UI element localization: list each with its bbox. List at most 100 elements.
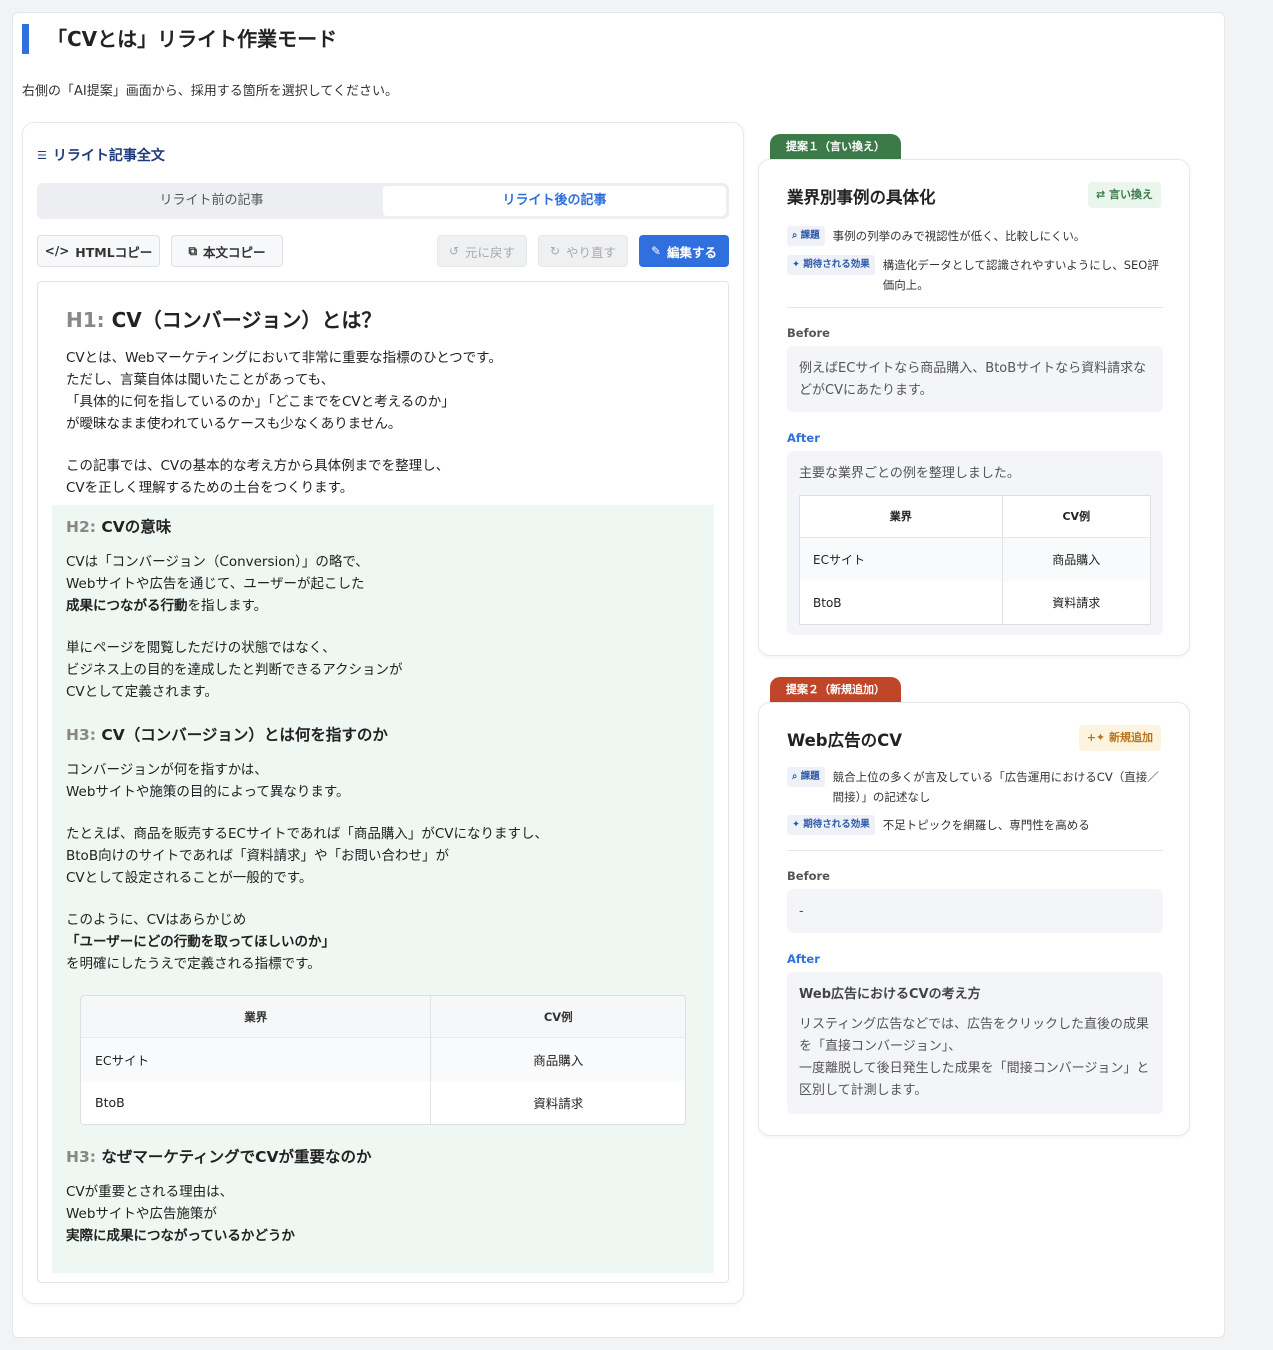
before-label: Before <box>787 869 830 883</box>
magic-icon: ✦ <box>792 259 800 270</box>
text-copy-button[interactable]: ⧉ 本文コピー <box>171 235 283 267</box>
article-h1: H1: CV（コンバージョン）とは？ <box>52 304 714 333</box>
type-label: 言い換え <box>1109 188 1153 201</box>
proposal-1-badge: 提案１（言い換え） <box>770 134 901 160</box>
effect-row: ✦ 期待される効果 不足トピックを網羅し、専門性を高める <box>787 815 1163 835</box>
meaning-paragraph-2: 単にページを閲覧しただけの状態ではなく、 ビジネス上の目的を達成したと判断できる… <box>52 637 714 703</box>
redo-icon: ↻ <box>549 244 561 258</box>
text-line: CVとして設定されることが一般的です。 <box>66 870 313 886</box>
text-line: 成果につながる行動を指します。 <box>66 595 714 617</box>
edit-icon: ✎ <box>650 244 662 258</box>
table-header-row: 業界 CV例 <box>81 996 685 1038</box>
table-row: ECサイト 商品購入 <box>800 538 1150 581</box>
heading-tag: H3: <box>66 726 96 744</box>
h2-text: CVの意味 <box>101 518 172 536</box>
issue-label: ⌕ 課題 <box>787 767 825 787</box>
list-icon: ☰ <box>37 148 47 162</box>
proposal-2-card[interactable]: Web広告のCV +✦ 新規追加 ⌕ 課題 競合上位の多くが言及している「広告運… <box>758 702 1190 1136</box>
magic-icon: ✦ <box>792 819 800 830</box>
panel-heading: ☰ リライト記事全文 <box>37 145 165 165</box>
tab-before-article[interactable]: リライト前の記事 <box>40 186 383 216</box>
table-cell: 商品購入 <box>431 1038 685 1081</box>
text-copy-label: 本文コピー <box>203 244 266 260</box>
undo-icon: ↺ <box>448 244 460 258</box>
effect-label: ✦ 期待される効果 <box>787 255 875 275</box>
issue-row: ⌕ 課題 事例の列挙のみで視認性が低く、比較しにくい。 <box>787 226 1163 246</box>
undo-label: 元に戻す <box>465 244 516 260</box>
text-line: Webサイトや施策の目的によって異なります。 <box>66 784 350 800</box>
table-cell: ECサイト <box>81 1038 432 1081</box>
what-paragraph-2: たとえば、商品を販売するECサイトであれば「商品購入」がCVになりますし、 Bt… <box>52 823 714 889</box>
divider <box>787 850 1163 851</box>
tab-after-article[interactable]: リライト後の記事 <box>383 186 726 216</box>
issue-label: ⌕ 課題 <box>787 226 825 246</box>
article-h3: H3: CV（コンバージョン）とは何を指すのか <box>52 723 714 745</box>
proposal-title: 業界別事例の具体化 <box>787 188 936 207</box>
text-line: CVを正しく理解するための土台をつくります。 <box>66 480 354 496</box>
table-header: CV例 <box>1002 496 1150 538</box>
text-fragment: を指します。 <box>187 598 268 614</box>
issue-row: ⌕ 課題 競合上位の多くが言及している「広告運用におけるCV（直接／間接）」の記… <box>787 767 1163 807</box>
article-h3: H3: なぜマーケティングでCVが重要なのか <box>52 1145 714 1167</box>
edit-button[interactable]: ✎ 編集する <box>639 235 729 267</box>
after-box: 主要な業界ごとの例を整理しました。 業界 CV例 ECサイト 商品購入 BtoB… <box>787 451 1163 635</box>
table-header: 業界 <box>81 996 432 1038</box>
redo-button[interactable]: ↻ やり直す <box>538 235 628 267</box>
type-badge: +✦ 新規追加 <box>1078 725 1161 751</box>
type-badge: ⇄ 言い換え <box>1087 182 1161 208</box>
table-cell: BtoB <box>800 581 1003 624</box>
table-header: CV例 <box>431 996 685 1038</box>
after-title: Web広告におけるCVの考え方 <box>799 987 981 1002</box>
swap-icon: ⇄ <box>1095 188 1106 201</box>
text-line: このように、CVはあらかじめ <box>66 912 247 928</box>
text-line: コンバージョンが何を指すかは、 <box>66 762 268 778</box>
effect-text: 不足トピックを網羅し、専門性を高める <box>882 818 1090 832</box>
text-line: 単にページを閲覧しただけの状態ではなく、 <box>66 640 336 656</box>
intro-paragraph-1: CVとは、Webマーケティングにおいて非常に重要な指標のひとつです。 ただし、言… <box>52 347 714 435</box>
undo-button[interactable]: ↺ 元に戻す <box>437 235 527 267</box>
text-line: CVとして定義されます。 <box>66 684 218 700</box>
type-label: 新規追加 <box>1109 731 1153 744</box>
what-paragraph-1: コンバージョンが何を指すかは、 Webサイトや施策の目的によって異なります。 <box>52 759 714 803</box>
redo-label: やり直す <box>566 244 617 260</box>
code-icon: </> <box>44 244 70 258</box>
page-description: 右側の「AI提案」画面から、採用する箇所を選択してください。 <box>22 84 398 99</box>
after-box: Web広告におけるCVの考え方 リスティング広告などでは、広告をクリックした直後… <box>787 972 1163 1114</box>
text-line: を明確にしたうえで定義される指標です。 <box>66 956 321 972</box>
bold-text: 「ユーザーにどの行動を取ってほしいのか」 <box>66 934 336 950</box>
article-panel: ☰ リライト記事全文 リライト前の記事 リライト後の記事 </> HTMLコピー… <box>22 122 744 1304</box>
before-box: 例えばECサイトなら商品購入、BtoBサイトなら資料請求などがCVにあたります。 <box>787 346 1163 412</box>
after-label: After <box>787 431 820 445</box>
issue-label-text: 課題 <box>800 771 820 782</box>
table-cell: 資料請求 <box>431 1081 685 1124</box>
article-body[interactable]: H1: CV（コンバージョン）とは？ CVとは、Webマーケティングにおいて非常… <box>37 281 729 1283</box>
text-line: Webサイトや広告を通じて、ユーザーが起こした <box>66 576 365 592</box>
h3-text: なぜマーケティングでCVが重要なのか <box>101 1148 372 1166</box>
divider <box>787 307 1163 308</box>
issue-text: 事例の列挙のみで視認性が低く、比較しにくい。 <box>832 229 1086 243</box>
h3-text: CV（コンバージョン）とは何を指すのか <box>101 726 388 744</box>
text-line: が曖昧なまま使われているケースも少なくありません。 <box>66 416 402 432</box>
html-copy-button[interactable]: </> HTMLコピー <box>37 235 160 267</box>
industry-cv-table: 業界 CV例 ECサイト 商品購入 BtoB 資料請求 <box>80 995 686 1125</box>
text-line: CVは「コンバージョン（Conversion）」の略で、 <box>66 554 369 570</box>
issue-text: 競合上位の多くが言及している「広告運用におけるCV（直接／間接）」の記述なし <box>832 770 1159 804</box>
highlighted-section: H2: CVの意味 CVは「コンバージョン（Conversion）」の略で、 W… <box>52 505 714 1273</box>
text-line: ビジネス上の目的を達成したと判断できるアクションが <box>66 662 403 678</box>
table-cell: ECサイト <box>800 538 1003 581</box>
text-line: たとえば、商品を販売するECサイトであれば「商品購入」がCVになりますし、 <box>66 826 548 842</box>
effect-label-text: 期待される効果 <box>803 819 870 830</box>
text-line: Webサイトや広告施策が <box>66 1206 217 1222</box>
table-header: 業界 <box>800 496 1003 538</box>
search-icon: ⌕ <box>792 771 798 782</box>
article-h2: H2: CVの意味 <box>52 515 714 537</box>
heading-tag: H3: <box>66 1148 96 1166</box>
bold-text: 成果につながる行動 <box>66 598 188 614</box>
proposal-1-card[interactable]: 業界別事例の具体化 ⇄ 言い換え ⌕ 課題 事例の列挙のみで視認性が低く、比較し… <box>758 159 1190 656</box>
before-label: Before <box>787 326 830 340</box>
text-line: 実際に成果につながっているかどうか <box>66 1225 714 1247</box>
article-toolbar: </> HTMLコピー ⧉ 本文コピー ↺ 元に戻す ↻ やり直す ✎ 編集する <box>37 235 729 267</box>
text-line: ただし、言葉自体は聞いたことがあっても、 <box>66 372 335 388</box>
why-paragraph: CVが重要とされる理由は、 Webサイトや広告施策が 実際に成果につながっている… <box>52 1181 714 1247</box>
text-line: 「ユーザーにどの行動を取ってほしいのか」 <box>66 931 714 953</box>
